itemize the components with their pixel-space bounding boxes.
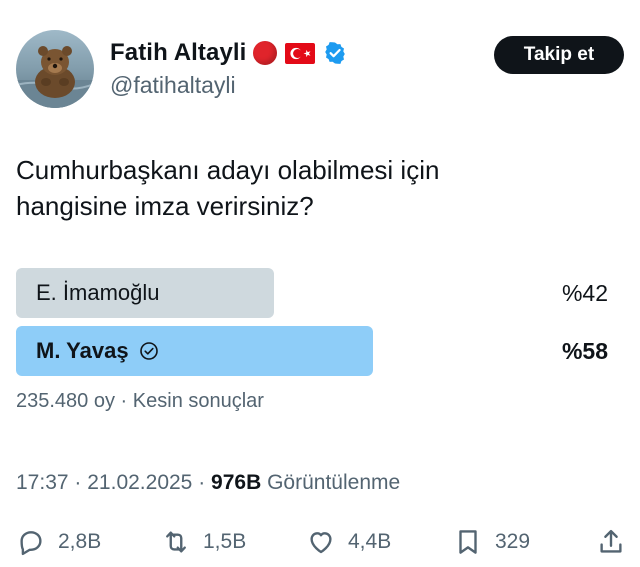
reply-icon [20, 531, 42, 556]
action-bar: 2,8B 1,5B 4,4B 329 [16, 525, 630, 559]
tweet-text-line: hangisine imza verirsiniz? [16, 191, 314, 221]
separator: · [74, 471, 82, 494]
poll-option-text: M. Yavaş [36, 338, 129, 363]
follow-button[interactable]: Takip et [494, 36, 624, 74]
poll-percent: %42 [561, 280, 608, 306]
tweet-text: Cumhurbaşkanı adayı olabilmesi için hang… [16, 152, 616, 224]
poll-option-label: M. Yavaş [36, 326, 159, 376]
repost-count: 1,5B [203, 530, 247, 553]
name-row: Fatih Altayli [110, 38, 347, 68]
poll-option-text: E. İmamoğlu [36, 280, 160, 305]
bookmark-icon [459, 530, 477, 554]
reply-count: 2,8B [58, 530, 102, 553]
poll-summary: 235.480 oy · Kesin sonuçlar [16, 390, 264, 413]
tweet-time[interactable]: 17:37 [16, 471, 69, 494]
poll-vote-count: 235.480 oy [16, 390, 115, 412]
repost-icon [166, 531, 186, 553]
tweet-text-line: Cumhurbaşkanı adayı olabilmesi için [16, 155, 440, 185]
like-count: 4,4B [348, 530, 392, 553]
tweet-date[interactable]: 21.02.2025 [87, 471, 192, 494]
separator: · [120, 390, 128, 412]
verified-badge-icon [323, 41, 347, 65]
share-button[interactable] [596, 525, 638, 559]
view-count: 976B [211, 471, 262, 494]
poll: E. İmamoğlu %42 M. Yavaş %58 [16, 268, 616, 384]
tweet-meta: 17:37 · 21.02.2025 · 976B Görüntülenme [16, 471, 400, 495]
view-label: Görüntülenme [267, 471, 401, 494]
bookmark-button[interactable]: 329 [453, 525, 530, 559]
share-icon [600, 529, 622, 553]
repost-button[interactable]: 1,5B [161, 525, 246, 559]
heart-icon [310, 532, 332, 554]
bookmark-count: 329 [495, 530, 531, 553]
separator: · [198, 471, 206, 494]
check-circle-icon [139, 342, 158, 360]
avatar[interactable] [16, 30, 94, 108]
display-name[interactable]: Fatih Altayli [110, 39, 246, 67]
user-handle[interactable]: @fatihaltayli [110, 72, 236, 99]
poll-percent: %58 [561, 338, 608, 364]
poll-option-imamoglu: E. İmamoğlu %42 [16, 268, 616, 318]
reply-button[interactable]: 2,8B [16, 525, 101, 559]
poll-option-label: E. İmamoğlu [36, 268, 160, 318]
bear-photo-icon [16, 46, 94, 108]
like-button[interactable]: 4,4B [306, 525, 391, 559]
poll-option-yavas: M. Yavaş %58 [16, 326, 616, 376]
poll-status: Kesin sonuçlar [132, 390, 264, 412]
turkey-flag-icon [285, 42, 316, 64]
tweet-header: Fatih Altayli @fatihaltayli Takip et [16, 28, 624, 112]
red-circle-icon [253, 41, 278, 65]
